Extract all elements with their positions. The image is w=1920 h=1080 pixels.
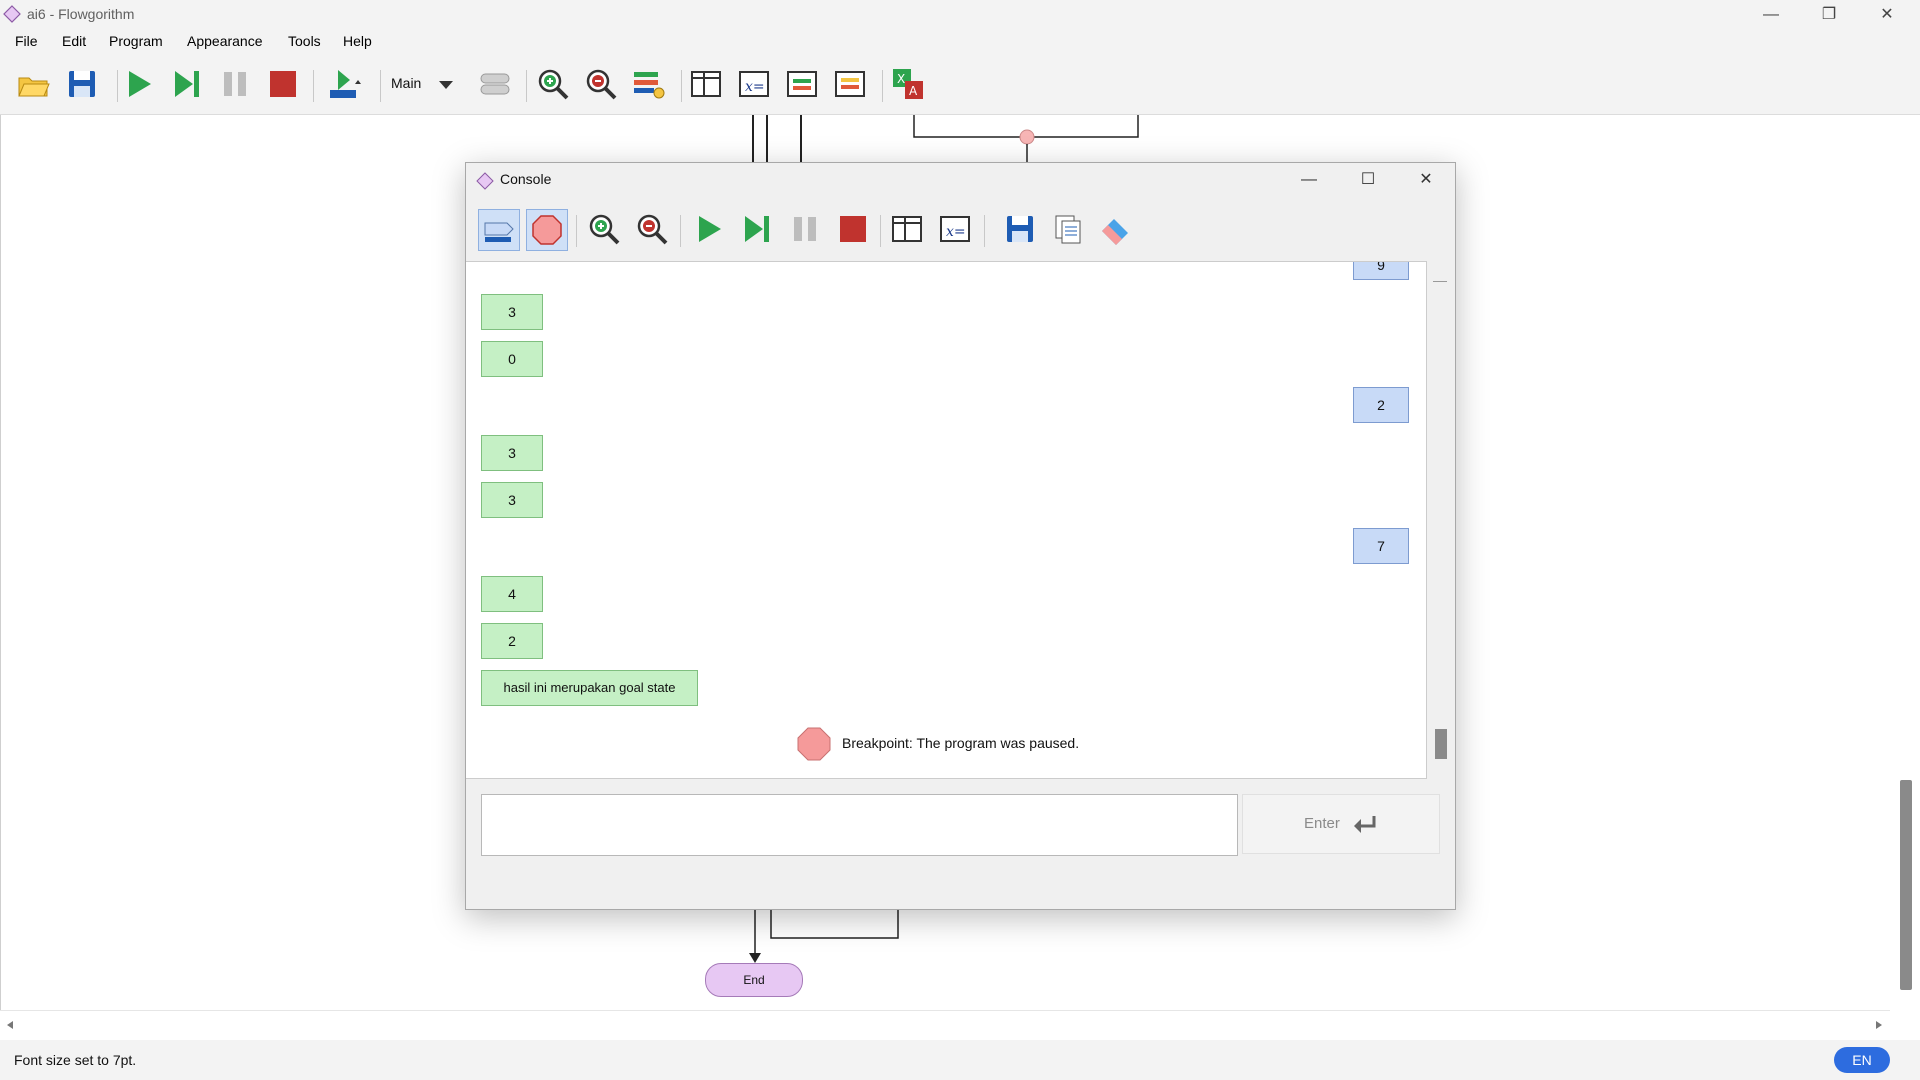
show-flowchart-toggle[interactable] bbox=[478, 209, 520, 251]
main-toolbar: Main x= XA bbox=[0, 54, 1920, 115]
variables-window-icon[interactable]: x= bbox=[736, 66, 772, 102]
enter-button[interactable]: Enter bbox=[1242, 794, 1440, 854]
enter-arrow-icon bbox=[1354, 816, 1376, 834]
run-speed-icon[interactable] bbox=[326, 66, 362, 102]
toolbar-separator bbox=[117, 70, 118, 102]
output-bubble: 0 bbox=[481, 341, 543, 377]
minimize-button[interactable]: — bbox=[1742, 0, 1800, 29]
zoom-out-icon[interactable] bbox=[583, 66, 619, 102]
toolbar-separator bbox=[680, 215, 681, 247]
console-title: Console bbox=[500, 171, 552, 187]
svg-text:x=: x= bbox=[946, 224, 966, 240]
console-logo-icon bbox=[476, 172, 494, 190]
menu-program[interactable]: Program bbox=[109, 33, 163, 49]
flowchart-shape-icon bbox=[484, 222, 514, 242]
console-toolbar: x= bbox=[466, 199, 1455, 259]
output-message-bubble: hasil ini merupakan goal state bbox=[481, 670, 698, 706]
input-bubble: 2 bbox=[1353, 387, 1409, 423]
menu-file[interactable]: File bbox=[15, 33, 38, 49]
source-code-icon[interactable] bbox=[784, 66, 820, 102]
console-close-button[interactable]: ✕ bbox=[1398, 163, 1454, 197]
breakpoint-toggle[interactable] bbox=[526, 209, 568, 251]
clear-eraser-icon[interactable] bbox=[1098, 211, 1134, 247]
scroll-right-icon[interactable] bbox=[1874, 1020, 1884, 1030]
split-view-icon[interactable] bbox=[688, 66, 724, 102]
console-input[interactable] bbox=[481, 794, 1238, 856]
chevron-down-icon[interactable] bbox=[438, 80, 454, 90]
run-icon[interactable] bbox=[121, 66, 157, 102]
console-save-icon[interactable] bbox=[1002, 211, 1038, 247]
output-bubble: 3 bbox=[481, 482, 543, 518]
status-bar: Font size set to 7pt. bbox=[0, 1040, 1920, 1080]
stop-icon[interactable] bbox=[265, 66, 301, 102]
svg-text:X: X bbox=[897, 72, 905, 86]
scroll-marker bbox=[1433, 281, 1447, 282]
breakpoint-icon bbox=[532, 215, 562, 245]
toolbar-separator bbox=[526, 70, 527, 102]
toolbar-separator bbox=[880, 215, 881, 247]
console-zoom-in-icon[interactable] bbox=[586, 211, 622, 247]
output-bubble: 3 bbox=[481, 435, 543, 471]
copy-icon[interactable] bbox=[1050, 211, 1086, 247]
toolbar-separator bbox=[313, 70, 314, 102]
toolbar-separator bbox=[882, 70, 883, 102]
output-bubble: 3 bbox=[481, 294, 543, 330]
console-minimize-button[interactable]: — bbox=[1281, 163, 1337, 197]
language-indicator[interactable]: EN bbox=[1834, 1047, 1890, 1073]
svg-text:A: A bbox=[909, 84, 918, 98]
toolbar-separator bbox=[576, 215, 577, 247]
function-manager-icon[interactable] bbox=[477, 66, 513, 102]
input-bubble: 7 bbox=[1353, 528, 1409, 564]
close-button[interactable]: ✕ bbox=[1858, 0, 1916, 29]
menu-appearance[interactable]: Appearance bbox=[187, 33, 263, 49]
output-bubble: 2 bbox=[481, 623, 543, 659]
window-title: ai6 - Flowgorithm bbox=[27, 6, 135, 22]
toolbar-separator bbox=[380, 70, 381, 102]
layout-settings-icon[interactable] bbox=[631, 66, 667, 102]
console-pause-icon[interactable] bbox=[787, 211, 823, 247]
save-icon[interactable] bbox=[64, 66, 100, 102]
app-logo-icon bbox=[3, 5, 21, 23]
open-folder-icon[interactable] bbox=[15, 66, 51, 102]
console-maximize-button[interactable]: ☐ bbox=[1340, 163, 1396, 197]
console-stop-icon[interactable] bbox=[835, 211, 871, 247]
console-split-view-icon[interactable] bbox=[889, 211, 925, 247]
chart-window-icon[interactable] bbox=[832, 66, 868, 102]
step-icon[interactable] bbox=[169, 66, 205, 102]
console-run-icon[interactable] bbox=[691, 211, 727, 247]
menu-edit[interactable]: Edit bbox=[62, 33, 86, 49]
restore-button[interactable]: ❐ bbox=[1800, 0, 1858, 29]
enter-label: Enter bbox=[1303, 815, 1340, 832]
zoom-in-icon[interactable] bbox=[535, 66, 571, 102]
console-scrollbar[interactable] bbox=[1427, 261, 1453, 777]
pause-icon[interactable] bbox=[217, 66, 253, 102]
menu-tools[interactable]: Tools bbox=[288, 33, 321, 49]
menu-bar: File Edit Program Appearance Tools Help bbox=[0, 29, 1920, 54]
breakpoint-icon bbox=[797, 727, 831, 761]
console-step-icon[interactable] bbox=[739, 211, 775, 247]
toolbar-separator bbox=[681, 70, 682, 102]
breakpoint-message: Breakpoint: The program was paused. bbox=[842, 735, 1080, 751]
scroll-left-icon[interactable] bbox=[5, 1020, 15, 1030]
console-variables-icon[interactable]: x= bbox=[937, 211, 973, 247]
menu-help[interactable]: Help bbox=[343, 33, 372, 49]
title-bar: ai6 - Flowgorithm — ❐ ✕ bbox=[0, 0, 1920, 29]
console-zoom-out-icon[interactable] bbox=[634, 211, 670, 247]
end-node[interactable]: End bbox=[705, 963, 803, 997]
console-output: 9 3 0 2 3 3 7 4 2 hasil ini merupakan go… bbox=[466, 261, 1427, 779]
canvas-scroll-thumb[interactable] bbox=[1900, 780, 1912, 990]
function-selector[interactable]: Main bbox=[391, 75, 421, 91]
console-scroll-thumb[interactable] bbox=[1435, 729, 1447, 759]
output-bubble: 4 bbox=[481, 576, 543, 612]
input-bubble: 9 bbox=[1353, 262, 1409, 280]
translate-icon[interactable]: XA bbox=[890, 66, 926, 102]
svg-text:x=: x= bbox=[745, 79, 765, 95]
status-message: Font size set to 7pt. bbox=[14, 1052, 137, 1068]
canvas-horizontal-scrollbar[interactable] bbox=[0, 1010, 1890, 1039]
toolbar-separator bbox=[984, 215, 985, 247]
console-window: Console — ☐ ✕ x= 9 3 0 2 3 3 7 4 2 hasil… bbox=[465, 162, 1456, 910]
